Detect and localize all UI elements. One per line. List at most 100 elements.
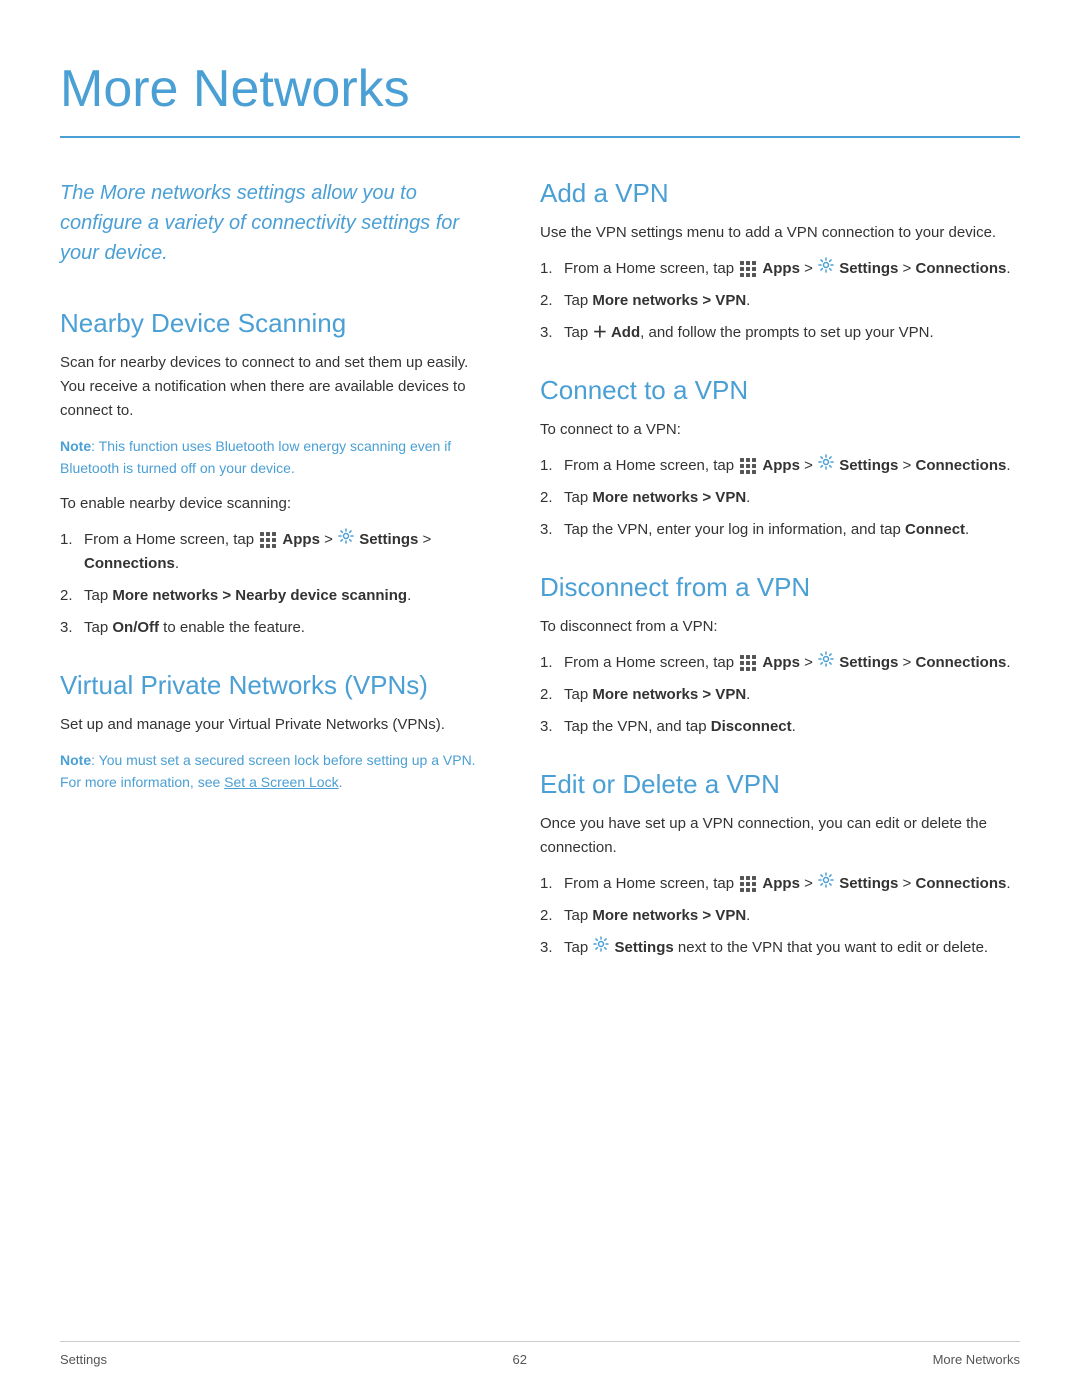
- step-item: 2. Tap More networks > Nearby device sca…: [60, 584, 480, 608]
- step-item: 1. From a Home screen, tap Apps >: [540, 257, 1020, 281]
- vpn-description: Set up and manage your Virtual Private N…: [60, 713, 480, 737]
- nearby-device-description: Scan for nearby devices to connect to an…: [60, 351, 480, 423]
- apps-icon: [740, 876, 756, 892]
- apps-icon: [260, 532, 276, 548]
- nearby-device-steps: 1. From a Home screen, tap Apps >: [60, 528, 480, 640]
- step-item: 3. Tap ＋ Add, and follow the prompts to …: [540, 321, 1020, 345]
- vpn-settings-icon: [593, 936, 609, 960]
- connections-label: Connections: [84, 555, 175, 572]
- disconnect-vpn-intro: To disconnect from a VPN:: [540, 615, 1020, 639]
- step2-label: More networks > Nearby device scanning: [112, 587, 407, 604]
- connect-vpn-intro: To connect to a VPN:: [540, 418, 1020, 442]
- step-number: 1.: [540, 454, 553, 478]
- step-number: 2.: [60, 584, 73, 608]
- step-number: 1.: [540, 651, 553, 675]
- step-item: 3. Tap the VPN, enter your log in inform…: [540, 518, 1020, 542]
- connections-label: Connections: [915, 875, 1006, 892]
- footer-left: Settings: [60, 1352, 107, 1367]
- page-footer: Settings 62 More Networks: [60, 1341, 1020, 1367]
- step-item: 1. From a Home screen, tap Apps >: [60, 528, 480, 576]
- step-number: 2.: [540, 289, 553, 313]
- step-number: 2.: [540, 486, 553, 510]
- step-number: 3.: [60, 616, 73, 640]
- apps-label: Apps: [762, 654, 800, 671]
- step-number: 3.: [540, 518, 553, 542]
- settings-label: Settings: [839, 654, 898, 671]
- page-container: More Networks The More networks settings…: [0, 0, 1080, 1052]
- step3-label: On/Off: [112, 619, 159, 636]
- step-item: 2. Tap More networks > VPN.: [540, 289, 1020, 313]
- step-label: More networks > VPN: [592, 489, 746, 506]
- footer-page-number: 62: [513, 1352, 527, 1367]
- step-number: 2.: [540, 683, 553, 707]
- add-vpn-heading: Add a VPN: [540, 178, 1020, 209]
- edit-delete-vpn-steps: 1. From a Home screen, tap Apps >: [540, 872, 1020, 960]
- apps-icon: [740, 458, 756, 474]
- apps-icon: [740, 655, 756, 671]
- step-label: More networks > VPN: [592, 907, 746, 924]
- add-vpn-description: Use the VPN settings menu to add a VPN c…: [540, 221, 1020, 245]
- edit-delete-vpn-heading: Edit or Delete a VPN: [540, 769, 1020, 800]
- intro-text: The More networks settings allow you to …: [60, 178, 480, 268]
- step-label: More networks > VPN: [592, 686, 746, 703]
- connect-vpn-steps: 1. From a Home screen, tap Apps >: [540, 454, 1020, 542]
- vpn-note-label: Note: [60, 752, 91, 768]
- step-number: 3.: [540, 936, 553, 960]
- footer-right: More Networks: [933, 1352, 1020, 1367]
- step-number: 1.: [540, 872, 553, 896]
- connections-label: Connections: [915, 654, 1006, 671]
- connect-vpn-heading: Connect to a VPN: [540, 375, 1020, 406]
- step-number: 2.: [540, 904, 553, 928]
- step-number: 3.: [540, 715, 553, 739]
- settings-label: Settings: [359, 531, 418, 548]
- right-column: Add a VPN Use the VPN settings menu to a…: [540, 178, 1020, 972]
- step-item: 1. From a Home screen, tap Apps >: [540, 651, 1020, 675]
- step-item: 2. Tap More networks > VPN.: [540, 486, 1020, 510]
- left-column: The More networks settings allow you to …: [60, 178, 480, 972]
- step-number: 1.: [540, 257, 553, 281]
- disconnect-vpn-heading: Disconnect from a VPN: [540, 572, 1020, 603]
- connect-label: Connect: [905, 521, 965, 538]
- plus-add-label: ＋ Add: [592, 324, 640, 341]
- step-item: 1. From a Home screen, tap Apps >: [540, 872, 1020, 896]
- enable-label: To enable nearby device scanning:: [60, 492, 480, 516]
- settings-label: Settings: [839, 875, 898, 892]
- add-vpn-steps: 1. From a Home screen, tap Apps >: [540, 257, 1020, 345]
- page-title: More Networks: [60, 60, 1020, 120]
- apps-label: Apps: [762, 875, 800, 892]
- settings-icon: [818, 257, 834, 281]
- two-column-layout: The More networks settings allow you to …: [60, 178, 1020, 972]
- note-label: Note: [60, 438, 91, 454]
- step-item: 3. Tap Settings next to the VPN that you…: [540, 936, 1020, 960]
- apps-label: Apps: [762, 457, 800, 474]
- disconnect-label: Disconnect: [711, 718, 792, 735]
- apps-label: Apps: [282, 531, 320, 548]
- nearby-device-note: Note: This function uses Bluetooth low e…: [60, 435, 480, 480]
- nearby-device-scanning-heading: Nearby Device Scanning: [60, 308, 480, 339]
- settings-next-label: Settings: [615, 939, 674, 956]
- title-divider: [60, 136, 1020, 138]
- settings-icon: [818, 454, 834, 478]
- settings-icon: [338, 528, 354, 552]
- connections-label: Connections: [915, 260, 1006, 277]
- vpn-section-heading: Virtual Private Networks (VPNs): [60, 670, 480, 701]
- settings-label: Settings: [839, 457, 898, 474]
- step-item: 3. Tap On/Off to enable the feature.: [60, 616, 480, 640]
- disconnect-vpn-steps: 1. From a Home screen, tap Apps >: [540, 651, 1020, 739]
- step-item: 3. Tap the VPN, and tap Disconnect.: [540, 715, 1020, 739]
- screen-lock-link[interactable]: Set a Screen Lock: [224, 774, 338, 790]
- vpn-note: Note: You must set a secured screen lock…: [60, 749, 480, 794]
- step-number: 1.: [60, 528, 73, 552]
- step-item: 2. Tap More networks > VPN.: [540, 683, 1020, 707]
- apps-label: Apps: [762, 260, 800, 277]
- step-number: 3.: [540, 321, 553, 345]
- step-item: 1. From a Home screen, tap Apps >: [540, 454, 1020, 478]
- connections-label: Connections: [915, 457, 1006, 474]
- step-label: More networks > VPN: [592, 292, 746, 309]
- step-item: 2. Tap More networks > VPN.: [540, 904, 1020, 928]
- settings-label: Settings: [839, 260, 898, 277]
- apps-icon: [740, 261, 756, 277]
- settings-icon: [818, 872, 834, 896]
- edit-delete-vpn-description: Once you have set up a VPN connection, y…: [540, 812, 1020, 860]
- settings-icon: [818, 651, 834, 675]
